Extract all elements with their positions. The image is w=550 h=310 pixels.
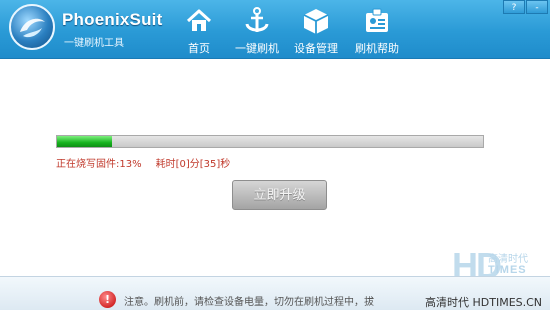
upgrade-now-button[interactable]: 立即升级 bbox=[232, 180, 327, 210]
phoenix-logo-icon bbox=[9, 4, 55, 50]
help-window-button[interactable]: ? bbox=[503, 0, 525, 14]
help-card-icon bbox=[362, 6, 392, 36]
flash-progress-bar bbox=[56, 135, 484, 148]
footer-notice: 注意。刷机前，请检查设备电量，切勿在刷机过程中，拔 bbox=[124, 297, 374, 308]
warning-icon: ! bbox=[99, 291, 116, 308]
nav-flash[interactable]: 一键刷机 bbox=[228, 4, 286, 56]
anchor-icon bbox=[242, 6, 272, 36]
app-title: PhoenixSuit bbox=[62, 10, 163, 29]
device-box-icon bbox=[301, 6, 331, 36]
nav-help-label: 刷机帮助 bbox=[355, 42, 399, 55]
header-bar: PhoenixSuit 一键刷机工具 首页 一键刷机 设备管理 刷机帮助 ? - bbox=[0, 0, 550, 59]
progress-percent-label: 正在烧写固件:13% bbox=[56, 159, 142, 170]
nav-flash-label: 一键刷机 bbox=[235, 42, 279, 55]
watermark-logo-en: TIMES bbox=[488, 264, 527, 276]
nav-home[interactable]: 首页 bbox=[170, 4, 228, 56]
nav-home-label: 首页 bbox=[188, 42, 210, 55]
watermark-logo-cn: 高清时代 bbox=[488, 254, 528, 265]
elapsed-time-label: 耗时[0]分[35]秒 bbox=[155, 159, 231, 170]
watermark-caption: 高清时代 HDTIMES.CN bbox=[425, 296, 543, 309]
progress-status: 正在烧写固件:13% 耗时[0]分[35]秒 bbox=[56, 155, 230, 170]
app-subtitle: 一键刷机工具 bbox=[64, 38, 124, 49]
minimize-window-button[interactable]: - bbox=[526, 0, 548, 14]
home-icon bbox=[184, 6, 214, 36]
nav-device[interactable]: 设备管理 bbox=[287, 4, 345, 56]
nav-help[interactable]: 刷机帮助 bbox=[348, 4, 406, 56]
progress-fill bbox=[57, 136, 113, 147]
nav-device-label: 设备管理 bbox=[294, 42, 338, 55]
